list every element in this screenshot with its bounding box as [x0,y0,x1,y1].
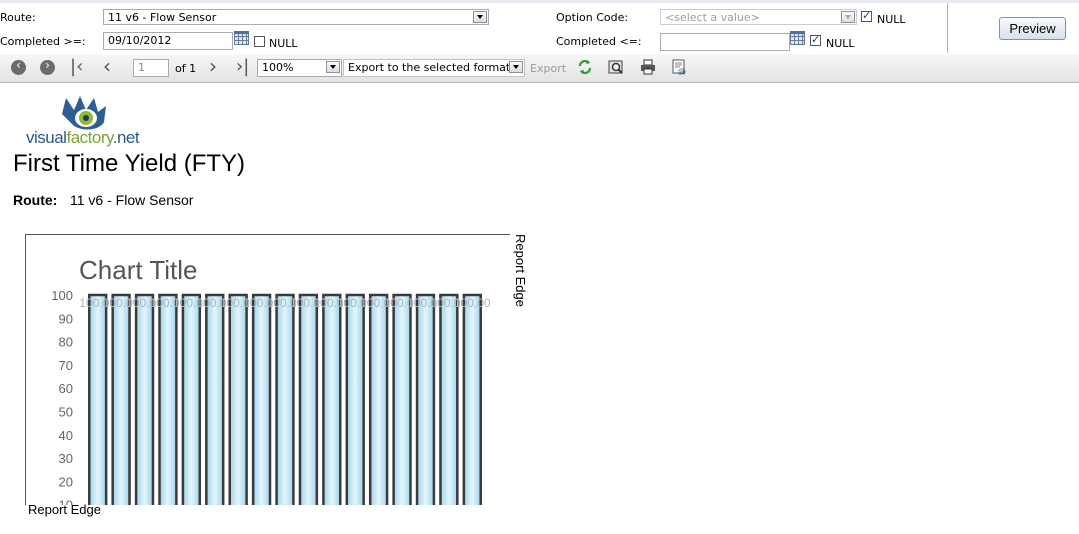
completed-from-value: 09/10/2012 [108,34,172,47]
option-code-null-checkbox[interactable] [861,9,872,22]
y-tick-label: 90 [59,311,73,326]
option-code-placeholder: <select a value> [665,11,760,24]
bar [88,293,108,505]
bar [111,293,131,505]
report-edge-bottom: Report Edge [28,502,101,517]
find-icon[interactable] [608,59,624,75]
completed-from-null-label: NULL [269,37,298,50]
chart-title: Chart Title [79,255,198,285]
y-tick-label: 30 [59,451,73,466]
page-number-value: 1 [138,61,145,74]
fty-bar-chart: Chart Title 102030405060708090100 100.00… [51,255,491,505]
completed-to-null-checkbox[interactable] [810,33,821,46]
chevron-down-icon[interactable] [473,11,487,23]
logo-part3: .net [112,128,140,147]
report-title: First Time Yield (FTY) [13,150,246,177]
bar [181,293,202,505]
bar [251,293,272,505]
bar [392,293,412,505]
parameter-divider [947,3,948,53]
zoom-value: 100% [262,61,294,74]
next-page-icon[interactable]: › [209,56,217,76]
completed-to-null-label: NULL [826,37,855,50]
refresh-icon[interactable] [577,59,593,75]
y-tick-label: 60 [59,381,73,396]
export-format-value: Export to the selected format [348,61,511,74]
print-icon[interactable] [640,59,656,75]
bar [298,293,319,505]
option-code-select[interactable]: <select a value> [660,9,857,25]
page-number-input[interactable]: 1 [133,59,169,77]
bar [415,293,436,505]
completed-to-label: Completed <=: [556,35,642,48]
export-format-select[interactable]: Export to the selected format [343,59,525,77]
completed-from-input[interactable]: 09/10/2012 [103,32,233,50]
first-page-icon[interactable]: |‹ [70,58,83,76]
preview-button[interactable]: Preview [999,17,1066,40]
y-tick-label: 20 [59,474,73,489]
atom-feed-icon[interactable]: @ [672,59,688,75]
chevron-down-icon[interactable] [841,11,855,23]
calendar-icon[interactable] [234,31,249,45]
bar [228,293,248,505]
y-tick-label: 100 [51,288,73,303]
calendar-icon[interactable] [790,31,805,45]
bar [158,293,178,505]
svg-text:@: @ [678,67,686,75]
bar-series: 100.00100.00100.00100.00100.00100.00100.… [79,293,491,505]
route-select[interactable]: 11 v6 - Flow Sensor [103,9,489,25]
bar [275,293,295,505]
logo-part2: factory [66,128,113,147]
y-tick-label: 40 [59,428,73,443]
visualfactory-logo-icon [62,96,106,130]
report-edge-right: Report Edge [513,234,528,307]
export-link[interactable]: Export [530,62,566,75]
bar [462,293,482,505]
chevron-down-icon[interactable] [326,61,340,73]
y-tick-label: 50 [59,405,73,420]
logo-part1: visual [26,128,67,147]
bar [368,293,389,505]
chart-container: Chart Title 102030405060708090100 100.00… [25,234,510,505]
route-select-value: 11 v6 - Flow Sensor [108,11,217,24]
completed-from-label: Completed >=: [0,35,86,48]
previous-page-icon[interactable]: ‹ [103,56,111,76]
bar [205,293,225,505]
chevron-down-icon[interactable] [509,61,523,73]
back-icon[interactable]: ‹ [11,58,26,75]
bar [345,293,365,505]
y-axis: 102030405060708090100 [51,288,73,505]
page-count-label: of 1 [175,62,197,75]
y-tick-label: 70 [59,358,73,373]
completed-from-null-checkbox[interactable] [254,36,265,47]
forward-icon[interactable]: › [40,58,55,75]
option-code-null-label: NULL [877,13,906,26]
completed-to-input[interactable] [660,33,790,51]
report-route-value: 11 v6 - Flow Sensor [70,192,194,208]
bar [134,293,155,505]
last-page-icon[interactable]: ›| [236,58,249,76]
bar-data-label: 100.00 [454,296,491,310]
route-label: Route: [0,11,36,24]
bar [322,293,342,505]
logo-wordmark: visualfactory.net [26,128,140,148]
option-code-label: Option Code: [556,11,629,24]
zoom-select[interactable]: 100% [257,59,342,77]
bar [439,293,459,505]
report-route-label: Route: [13,192,58,208]
y-tick-label: 80 [59,335,73,350]
